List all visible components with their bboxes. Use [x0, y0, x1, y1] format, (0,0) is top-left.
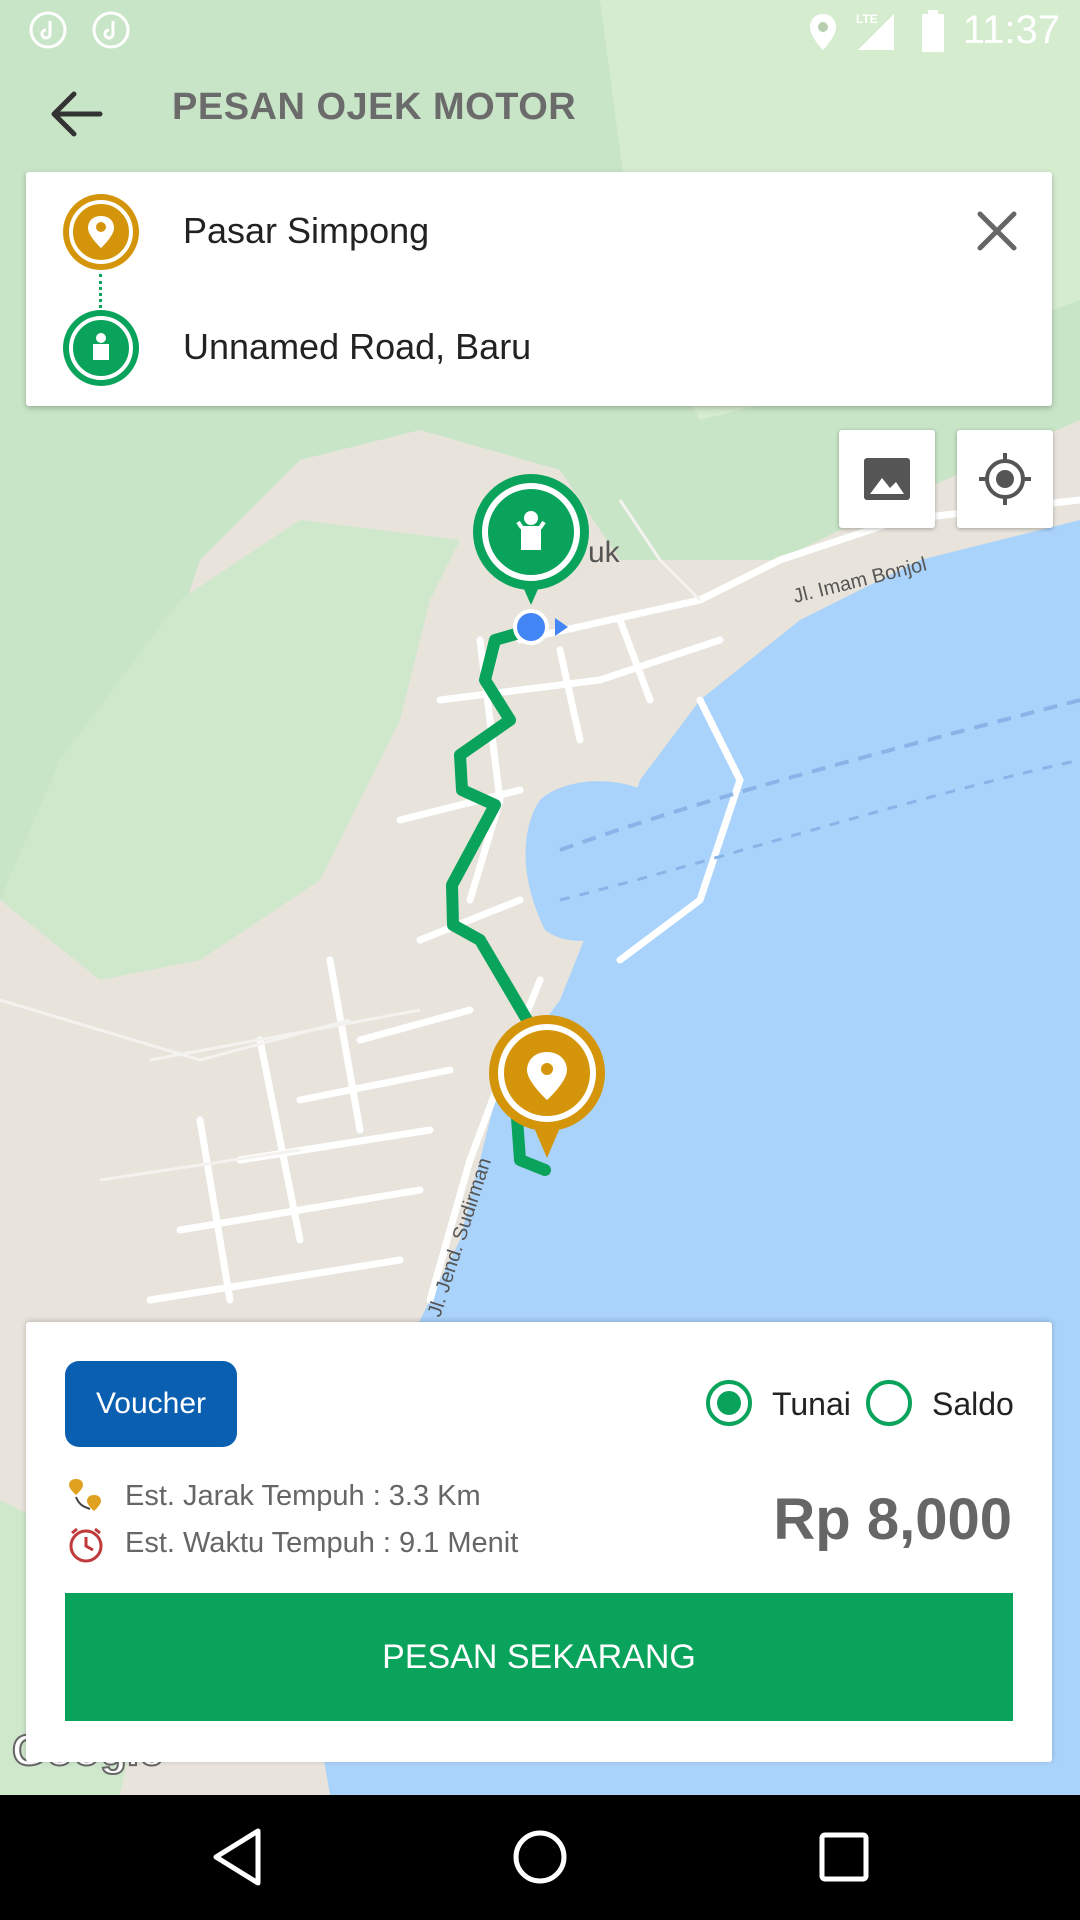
- nav-home-icon[interactable]: [500, 1817, 580, 1897]
- distance-route-icon: [69, 1479, 101, 1511]
- order-now-button[interactable]: PESAN SEKARANG: [65, 1593, 1013, 1721]
- payment-cash-label[interactable]: Tunai: [772, 1386, 851, 1423]
- origin-field[interactable]: Pasar Simpong: [183, 210, 429, 252]
- back-arrow-icon[interactable]: [46, 82, 110, 146]
- distance-estimate: Est. Jarak Tempuh : 3.3 Km: [125, 1480, 481, 1512]
- nav-back-icon[interactable]: [196, 1817, 276, 1897]
- map-image-button[interactable]: [839, 430, 935, 528]
- destination-pin-person-icon: [516, 511, 546, 550]
- map-label-poi: uk: [588, 536, 621, 569]
- status-time: 11:37: [962, 8, 1060, 52]
- location-status-icon: [810, 14, 836, 50]
- image-icon: [864, 458, 910, 500]
- price-label: Rp 8,000: [773, 1487, 1012, 1552]
- booking-card: Voucher Tunai Saldo Est. Jarak Tempuh : …: [26, 1322, 1052, 1762]
- page-title: PESAN OJEK MOTOR: [172, 86, 577, 128]
- system-nav-bar: [0, 1795, 1080, 1920]
- destination-field[interactable]: Unnamed Road, Baru: [183, 326, 531, 368]
- close-icon[interactable]: [972, 206, 1022, 256]
- battery-icon: [922, 10, 944, 52]
- nav-recents-icon[interactable]: [804, 1817, 884, 1897]
- payment-balance-radio[interactable]: [866, 1380, 912, 1426]
- payment-balance-label[interactable]: Saldo: [932, 1386, 1014, 1423]
- destination-pin-icon: [63, 310, 139, 386]
- origin-pin-icon: [63, 194, 139, 270]
- status-bar: LTE 11:37: [0, 0, 1080, 64]
- time-estimate: Est. Waktu Tempuh : 9.1 Menit: [125, 1527, 519, 1559]
- tiktok-notification-icon-2: [92, 11, 130, 49]
- app-bar: PESAN OJEK MOTOR: [0, 64, 1080, 148]
- route-card: Pasar Simpong Unnamed Road, Baru: [26, 172, 1052, 406]
- gps-target-icon: [979, 453, 1031, 505]
- payment-cash-radio[interactable]: [706, 1380, 752, 1426]
- my-location-button[interactable]: [957, 430, 1053, 528]
- tiktok-notification-icon: [29, 11, 67, 49]
- network-type-label: LTE: [856, 12, 878, 26]
- voucher-button[interactable]: Voucher: [65, 1361, 237, 1447]
- clock-icon: [69, 1527, 103, 1563]
